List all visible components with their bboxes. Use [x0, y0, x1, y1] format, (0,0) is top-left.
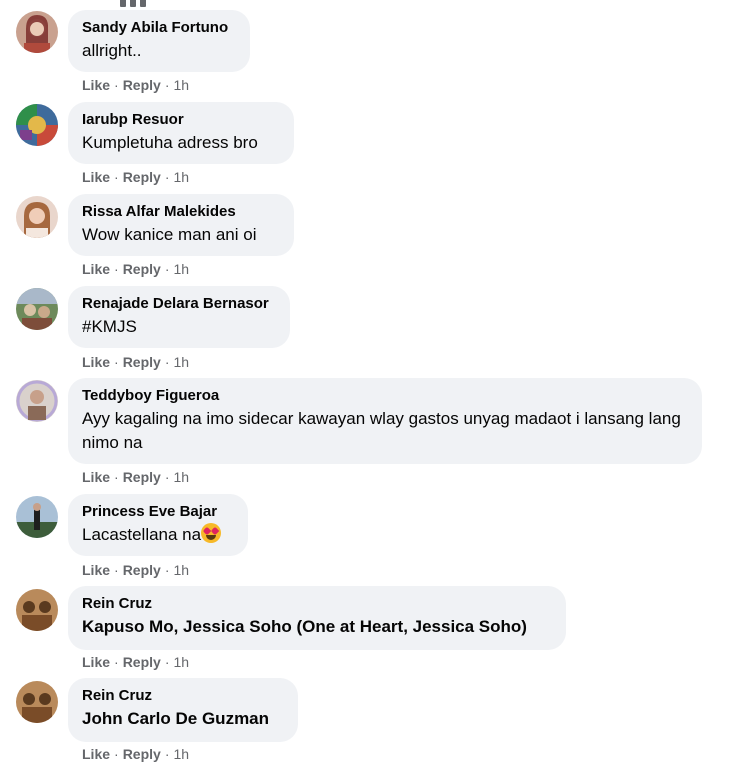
like-button[interactable]: Like — [82, 77, 110, 93]
like-button[interactable]: Like — [82, 746, 110, 762]
comment-text: Lacastellana na — [82, 523, 234, 547]
comment-author[interactable]: Princess Eve Bajar — [82, 502, 234, 522]
reply-button[interactable]: Reply — [123, 169, 161, 185]
comment-author[interactable]: Teddyboy Figueroa — [82, 386, 688, 406]
reply-button[interactable]: Reply — [123, 77, 161, 93]
avatar[interactable] — [16, 496, 58, 538]
comment-text: Ayy kagaling na imo sidecar kawayan wlay… — [82, 409, 681, 452]
comment-text-tags[interactable]: John Carlo De Guzman — [82, 707, 284, 731]
like-button[interactable]: Like — [82, 261, 110, 277]
comment-bubble: Rein Cruz Kapuso Mo, Jessica Soho (One a… — [68, 586, 566, 650]
reply-button[interactable]: Reply — [123, 261, 161, 277]
comment-author[interactable]: Iarubp Resuor — [82, 110, 280, 130]
comment-timestamp[interactable]: 1h — [173, 354, 189, 370]
comment-bubble: Iarubp Resuor Kumpletuha adress bro — [68, 102, 294, 164]
avatar[interactable] — [16, 104, 58, 146]
comment-timestamp[interactable]: 1h — [173, 169, 189, 185]
comment-author[interactable]: Rissa Alfar Malekides — [82, 202, 280, 222]
comment-timestamp[interactable]: 1h — [173, 469, 189, 485]
comment-text: #KMJS — [82, 317, 137, 336]
like-button[interactable]: Like — [82, 654, 110, 670]
comment-bubble: Princess Eve Bajar Lacastellana na — [68, 494, 248, 556]
like-button[interactable]: Like — [82, 169, 110, 185]
comment-actions: Like · Reply · 1h — [82, 261, 190, 277]
reply-button[interactable]: Reply — [123, 354, 161, 370]
comment-bubble: Rissa Alfar Malekides Wow kanice man ani… — [68, 194, 294, 256]
reply-button[interactable]: Reply — [123, 469, 161, 485]
comment-timestamp[interactable]: 1h — [173, 77, 189, 93]
avatar[interactable] — [16, 11, 58, 53]
avatar[interactable] — [16, 380, 58, 422]
comment-actions: Like · Reply · 1h — [82, 469, 190, 485]
comment-actions: Like · Reply · 1h — [82, 354, 190, 370]
comment-actions: Like · Reply · 1h — [82, 746, 190, 762]
reply-button[interactable]: Reply — [123, 562, 161, 578]
comment-bubble: Rein Cruz John Carlo De Guzman — [68, 678, 298, 742]
avatar[interactable] — [16, 196, 58, 238]
comment-timestamp[interactable]: 1h — [173, 746, 189, 762]
comment-text: Wow kanice man ani oi — [82, 225, 257, 244]
comment-author[interactable]: Sandy Abila Fortuno — [82, 18, 236, 38]
comment-actions: Like · Reply · 1h — [82, 562, 190, 578]
comment-author[interactable]: Renajade Delara Bernasor — [82, 294, 276, 314]
comment-actions: Like · Reply · 1h — [82, 169, 190, 185]
comment-text: allright.. — [82, 41, 142, 60]
reply-button[interactable]: Reply — [123, 746, 161, 762]
comment-author[interactable]: Rein Cruz — [82, 594, 552, 614]
like-button[interactable]: Like — [82, 469, 110, 485]
comment-timestamp[interactable]: 1h — [173, 562, 189, 578]
comment-timestamp[interactable]: 1h — [173, 261, 189, 277]
like-button[interactable]: Like — [82, 354, 110, 370]
previous-comment-actions-clipped — [120, 0, 160, 7]
avatar[interactable] — [16, 589, 58, 631]
comment-actions: Like · Reply · 1h — [82, 77, 190, 93]
comment-timestamp[interactable]: 1h — [173, 654, 189, 670]
comment-bubble: Sandy Abila Fortuno allright.. — [68, 10, 250, 72]
comment-bubble: Teddyboy Figueroa Ayy kagaling na imo si… — [68, 378, 702, 464]
comment-actions: Like · Reply · 1h — [82, 654, 190, 670]
heart-eyes-emoji-icon — [201, 523, 222, 543]
reply-button[interactable]: Reply — [123, 654, 161, 670]
comment-bubble: Renajade Delara Bernasor #KMJS — [68, 286, 290, 348]
like-button[interactable]: Like — [82, 562, 110, 578]
comment-text: Kumpletuha adress bro — [82, 133, 258, 152]
avatar[interactable] — [16, 681, 58, 723]
avatar[interactable] — [16, 288, 58, 330]
comment-author[interactable]: Rein Cruz — [82, 686, 284, 706]
comment-text-tags[interactable]: Kapuso Mo, Jessica Soho (One at Heart, J… — [82, 615, 552, 639]
